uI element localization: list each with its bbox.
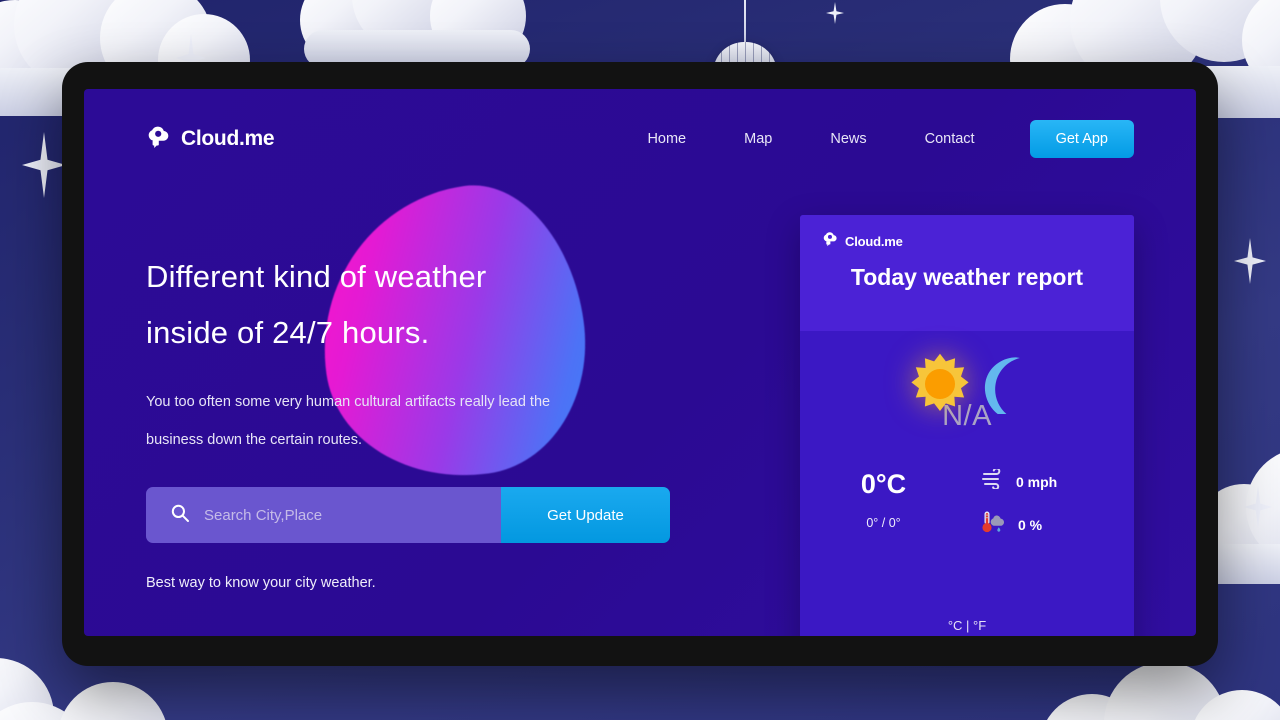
temperature-range: 0° / 0° (866, 516, 901, 530)
wind-value: 0 mph (1016, 473, 1058, 490)
search-icon (170, 503, 190, 528)
hero-heading: Different kind of weather inside of 24/7… (146, 259, 487, 350)
wind-stat: 0 mph (981, 467, 1134, 494)
get-app-button[interactable]: Get App (1029, 120, 1134, 158)
nav-links: Home Map News Contact Get App (618, 120, 1134, 158)
weather-card-body: N/A 0°C 0° / 0° 0 mph 0 % °C | °F (800, 331, 1134, 636)
sparkle-star-icon (1234, 238, 1266, 284)
weather-card-title: Today weather report (850, 264, 1084, 290)
conditions-block: 0 mph 0 % (967, 467, 1134, 555)
cloud-chat-icon (822, 231, 839, 252)
nav-link-contact[interactable]: Contact (896, 131, 1004, 147)
laptop-frame: Cloud.me Home Map News Contact Get App D… (62, 62, 1218, 666)
hero-tagline: Best way to know your city weather. (146, 575, 376, 591)
laptop-screen: Cloud.me Home Map News Contact Get App D… (84, 89, 1196, 636)
temperature-block: 0°C 0° / 0° (800, 469, 967, 555)
unit-toggle[interactable]: °C | °F (800, 618, 1134, 633)
lamp-cord (744, 0, 746, 46)
sparkle-star-icon (22, 132, 66, 198)
thermometer-humidity-icon (981, 510, 1009, 539)
nav-link-news[interactable]: News (801, 131, 895, 147)
cloud-chat-icon (146, 125, 172, 154)
site-navbar: Cloud.me Home Map News Contact Get App (84, 113, 1196, 165)
hero-paragraph: You too often some very human cultural a… (146, 394, 551, 448)
wind-icon (981, 467, 1007, 494)
nav-link-home[interactable]: Home (618, 131, 715, 147)
search-input[interactable] (204, 506, 501, 524)
humidity-value: 0 % (1018, 516, 1043, 533)
weather-report-card: Cloud.me Today weather report N/A 0°C 0°… (800, 215, 1134, 636)
search-field-wrapper[interactable] (146, 487, 501, 543)
brand-name: Cloud.me (181, 127, 275, 150)
sun-icon (909, 353, 971, 424)
humidity-stat: 0 % (981, 510, 1134, 539)
cloud-decoration (300, 0, 540, 68)
hero-section: Different kind of weather inside of 24/7… (146, 249, 746, 591)
weather-card-brand-name: Cloud.me (845, 234, 903, 249)
weather-card-header: Cloud.me Today weather report (800, 215, 1134, 331)
get-update-button[interactable]: Get Update (501, 487, 670, 543)
brand-logo[interactable]: Cloud.me (146, 125, 275, 154)
search-bar: Get Update (146, 487, 670, 543)
current-temperature: 0°C (860, 469, 907, 499)
weather-stats: 0°C 0° / 0° 0 mph 0 % (800, 433, 1134, 555)
sparkle-star-icon (826, 2, 844, 24)
weather-card-brand: Cloud.me (800, 231, 1134, 252)
nav-link-map[interactable]: Map (715, 131, 801, 147)
